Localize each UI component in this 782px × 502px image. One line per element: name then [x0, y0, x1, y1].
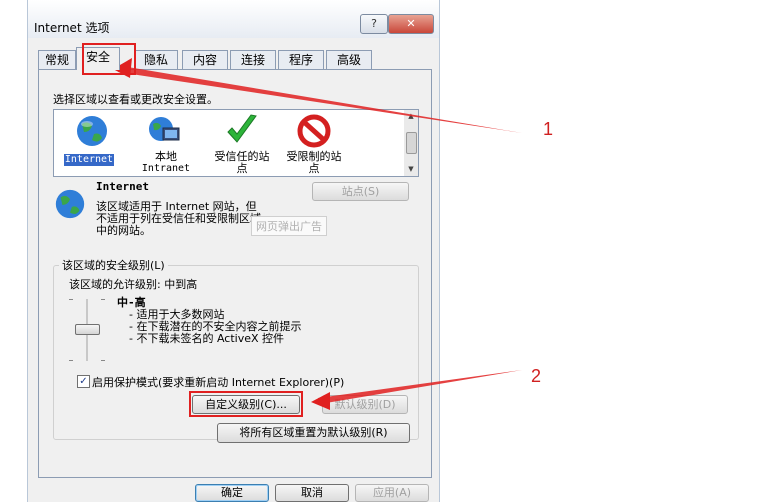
ok-button[interactable]: 确定	[195, 484, 269, 502]
reset-all-zones-button[interactable]: 将所有区域重置为默认级别(R)	[217, 423, 410, 443]
zone-internet[interactable]: Internet	[64, 154, 114, 166]
scroll-up-icon[interactable]: ▲	[404, 110, 418, 122]
slider-tick	[101, 360, 105, 361]
zone-restricted[interactable]: 受限制的站 点	[279, 151, 349, 175]
zone-instruction: 选择区域以查看或更改安全设置。	[53, 93, 218, 106]
scroll-down-icon[interactable]: ▼	[404, 163, 418, 175]
zone-desc-line3: 中的网站。	[96, 224, 151, 237]
zone-intranet-line1: 本地	[155, 150, 177, 163]
slider-tick	[69, 360, 73, 361]
annotation-label-1: 1	[543, 119, 554, 139]
zone-globe-icon	[55, 189, 85, 219]
custom-level-highlight-box	[189, 391, 303, 417]
security-panel: 选择区域以查看或更改安全设置。 Internet 本地 Intranet 受信任…	[38, 69, 432, 478]
slider-thumb[interactable]	[75, 324, 100, 335]
title-bar: Internet 选项 ? ✕	[28, 0, 439, 38]
tab-highlight-box	[82, 43, 136, 75]
tab-privacy[interactable]: 隐私	[134, 50, 178, 69]
apply-button[interactable]: 应用(A)	[355, 484, 429, 502]
security-level-slider[interactable]	[67, 297, 107, 363]
tab-general[interactable]: 常规	[38, 50, 76, 69]
slider-tick	[101, 299, 105, 300]
popup-ad-tooltip: 网页弹出广告	[251, 216, 327, 236]
protected-mode-label: 启用保护模式(要求重新启动 Internet Explorer)(P)	[92, 376, 345, 389]
zone-list-scrollbar[interactable]: ▲ ▼	[404, 109, 419, 177]
tab-programs[interactable]: 程序	[278, 50, 324, 69]
slider-tick	[69, 299, 73, 300]
sites-button[interactable]: 站点(S)	[312, 182, 409, 201]
annotation-label-2: 2	[531, 366, 542, 386]
tab-content[interactable]: 内容	[182, 50, 228, 69]
zone-intranet[interactable]: 本地 Intranet	[136, 151, 196, 175]
zone-title: Internet	[96, 180, 149, 193]
security-level-label: 该区域的安全级别(L)	[59, 257, 168, 273]
internet-options-window: Internet 选项 ? ✕ 常规 安全 隐私 内容 连接 程序 高级 选择区…	[27, 0, 440, 502]
help-button[interactable]: ?	[360, 14, 388, 34]
cancel-button[interactable]: 取消	[275, 484, 349, 502]
scroll-thumb[interactable]	[406, 132, 417, 154]
zone-description: 该区域适用于 Internet 网站，但 不适用于列在受信任和受限制区域 中的网…	[96, 201, 261, 237]
level-point-3: - 不下载未签名的 ActiveX 控件	[129, 332, 285, 345]
zone-intranet-line2: Intranet	[141, 163, 191, 174]
close-button[interactable]: ✕	[388, 14, 434, 34]
protected-mode-checkbox[interactable]: ✓	[77, 375, 90, 388]
zone-trusted[interactable]: 受信任的站 点	[207, 151, 277, 175]
globe-icon	[77, 116, 107, 146]
restricted-icon	[297, 114, 331, 148]
zone-trusted-line2: 点	[236, 162, 248, 175]
intranet-icon	[149, 117, 180, 141]
window-title: Internet 选项	[34, 21, 110, 35]
check-icon	[227, 114, 257, 143]
zone-restricted-line2: 点	[308, 162, 320, 175]
allowed-levels: 该区域的允许级别: 中到高	[69, 278, 198, 291]
zone-list: Internet 本地 Intranet 受信任的站 点 受限制的站 点	[53, 109, 406, 177]
tab-advanced[interactable]: 高级	[326, 50, 372, 69]
level-description: - 适用于大多数网站 - 在下载潜在的不安全内容之前提示 - 不下载未签名的 A…	[129, 309, 301, 345]
default-level-button[interactable]: 默认级别(D)	[322, 395, 408, 414]
tab-connections[interactable]: 连接	[230, 50, 276, 69]
